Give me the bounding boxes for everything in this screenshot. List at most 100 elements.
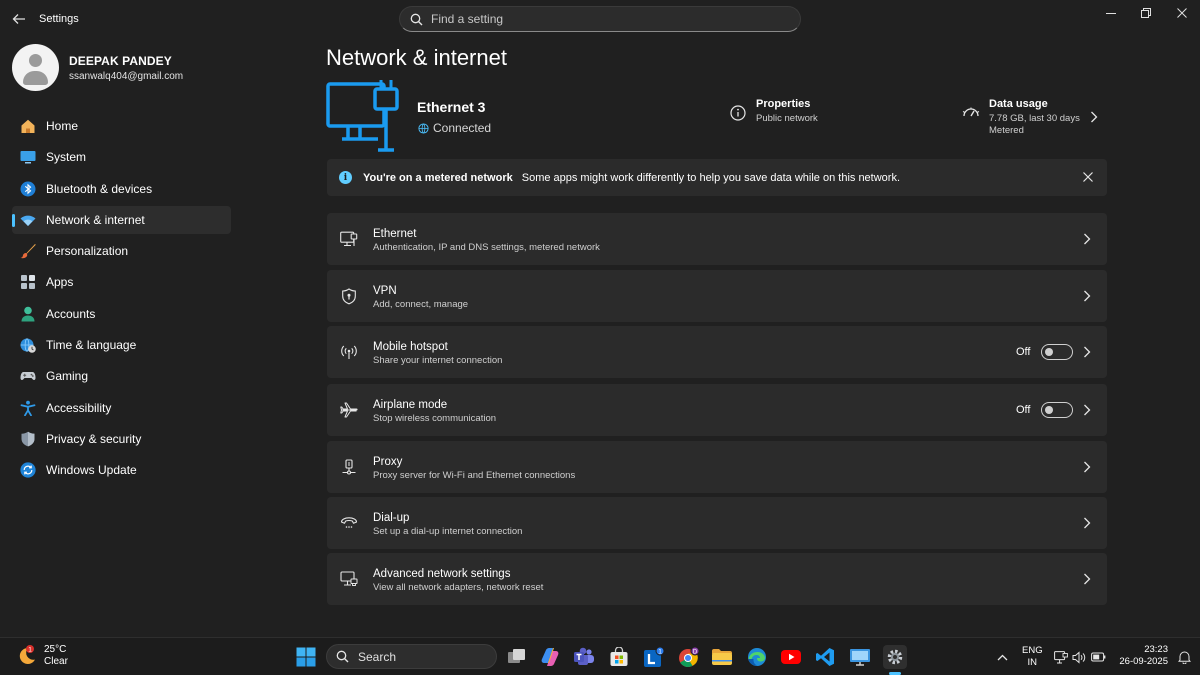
restore-button[interactable] (1128, 4, 1164, 22)
file-explorer-app[interactable] (710, 645, 734, 669)
battery-tray-button[interactable] (1090, 649, 1106, 665)
sidebar-item-windows-update[interactable]: Windows Update (12, 456, 231, 484)
back-button[interactable] (8, 8, 30, 30)
clock-time: 23:23 (1144, 644, 1168, 655)
vpn-shield-icon (340, 287, 358, 305)
speedometer-icon (962, 107, 980, 117)
bell-icon (1177, 651, 1191, 664)
sidebar-item-accounts[interactable]: Accounts (12, 300, 231, 328)
weather-widget[interactable]: 1 25°C Clear (16, 644, 68, 668)
sidebar-item-label: Gaming (46, 369, 89, 384)
properties-link[interactable]: Properties Public network (730, 98, 818, 124)
sidebar-item-personalization[interactable]: Personalization (12, 237, 231, 265)
volume-tray-button[interactable] (1071, 649, 1087, 665)
banner-title: You're on a metered network (363, 171, 513, 184)
notifications-button[interactable] (1176, 649, 1192, 665)
card-vpn[interactable]: VPN Add, connect, manage (327, 270, 1107, 322)
chrome-badge: D (693, 649, 698, 655)
update-icon (20, 462, 36, 478)
card-mobile-hotspot[interactable]: Mobile hotspot Share your internet conne… (327, 326, 1107, 378)
hotspot-icon (340, 343, 358, 361)
language-code: ENG (1022, 645, 1043, 656)
input-language-indicator[interactable]: ENG IN (1022, 645, 1043, 669)
region-code: IN (1027, 657, 1038, 668)
network-tray-button[interactable] (1053, 649, 1069, 665)
banner-close-button[interactable] (1081, 170, 1095, 184)
card-dial-up[interactable]: Dial-up Set up a dial-up internet connec… (327, 497, 1107, 549)
sidebar-item-label: Privacy & security (46, 431, 142, 446)
settings-search[interactable] (399, 6, 801, 32)
search-input[interactable] (431, 12, 771, 26)
linkedin-app[interactable]: 1 (642, 645, 666, 669)
ethernet-monitor-icon (326, 80, 399, 152)
info-icon (730, 105, 746, 121)
system-clock[interactable]: 23:23 26-09-2025 (1112, 644, 1168, 668)
properties-sub: Public network (756, 113, 818, 124)
vscode-app[interactable] (813, 645, 837, 669)
mobile-hotspot-toggle[interactable] (1041, 344, 1073, 360)
sidebar-item-gaming[interactable]: Gaming (12, 362, 231, 390)
youtube-app[interactable] (779, 645, 803, 669)
user-profile[interactable]: DEEPAK PANDEY ssanwalq404@gmail.com (12, 44, 183, 91)
task-view-button[interactable] (505, 645, 529, 669)
sidebar-item-accessibility[interactable]: Accessibility (12, 394, 231, 422)
sidebar-item-time-language[interactable]: Time & language (12, 331, 231, 359)
sidebar-item-label: Home (46, 119, 79, 133)
card-ethernet[interactable]: Ethernet Authentication, IP and DNS sett… (327, 213, 1107, 265)
chevron-right-icon (1084, 573, 1091, 585)
globe-clock-icon (20, 337, 36, 353)
sidebar-item-apps[interactable]: Apps (12, 268, 231, 296)
card-subtitle: Add, connect, manage (373, 299, 469, 310)
card-advanced-network[interactable]: Advanced network settings View all netwo… (327, 553, 1107, 605)
copilot-app[interactable] (538, 645, 562, 669)
card-subtitle: Set up a dial-up internet connection (373, 526, 523, 537)
sidebar-item-label: Apps (46, 275, 74, 290)
data-usage-link[interactable]: Data usage 7.78 GB, last 30 days Metered (962, 98, 1080, 136)
airplane-mode-toggle[interactable] (1041, 402, 1073, 418)
teams-app[interactable] (572, 645, 596, 669)
close-button[interactable] (1164, 4, 1200, 22)
card-subtitle: Proxy server for Wi-Fi and Ethernet conn… (373, 470, 576, 481)
card-airplane-mode[interactable]: Airplane mode Stop wireless communicatio… (327, 384, 1107, 436)
toggle-state-label: Off (1016, 404, 1031, 416)
card-proxy[interactable]: Proxy Proxy server for Wi-Fi and Etherne… (327, 441, 1107, 493)
data-usage-amount: 7.78 GB, last 30 days (989, 113, 1080, 124)
show-hidden-icons-button[interactable] (994, 649, 1010, 665)
store-app[interactable] (607, 645, 631, 669)
sidebar-item-network[interactable]: Network & internet (12, 205, 231, 234)
copilot-icon (541, 648, 559, 666)
metered-network-banner: i You're on a metered network Some apps … (327, 159, 1107, 196)
youtube-icon (781, 650, 801, 664)
sidebar-item-label: Bluetooth & devices (46, 181, 153, 196)
card-title: Ethernet (373, 228, 417, 240)
data-usage-title: Data usage (989, 98, 1048, 110)
sidebar-item-system[interactable]: System (12, 143, 231, 171)
globe-icon (418, 122, 429, 134)
card-subtitle: View all network adapters, network reset (373, 582, 544, 593)
weather-temp: 25°C (44, 644, 67, 655)
sidebar-item-privacy[interactable]: Privacy & security (12, 425, 231, 453)
chrome-icon: D (679, 646, 700, 668)
remote-desktop-app[interactable] (848, 645, 872, 669)
chevron-up-icon (997, 654, 1007, 660)
edge-app[interactable] (745, 645, 769, 669)
sidebar-item-bluetooth[interactable]: Bluetooth & devices (12, 175, 231, 203)
advanced-network-icon (340, 570, 358, 588)
chevron-right-icon (1084, 461, 1091, 473)
back-arrow-icon (12, 14, 25, 24)
person-icon (20, 306, 36, 322)
chrome-app[interactable]: D (677, 645, 701, 669)
gear-icon (887, 649, 903, 665)
card-subtitle: Stop wireless communication (373, 413, 497, 424)
sidebar-item-home[interactable]: Home (12, 112, 231, 140)
card-subtitle: Share your internet connection (373, 355, 503, 366)
start-button[interactable] (294, 645, 318, 669)
taskbar-search[interactable]: Search (326, 644, 497, 669)
wifi-icon (20, 212, 36, 228)
taskbar-search-label: Search (358, 649, 397, 664)
paintbrush-icon (20, 243, 36, 259)
clock-date: 26-09-2025 (1119, 656, 1168, 667)
card-title: Airplane mode (373, 399, 448, 411)
settings-app[interactable] (883, 645, 907, 669)
minimize-button[interactable] (1093, 4, 1129, 22)
